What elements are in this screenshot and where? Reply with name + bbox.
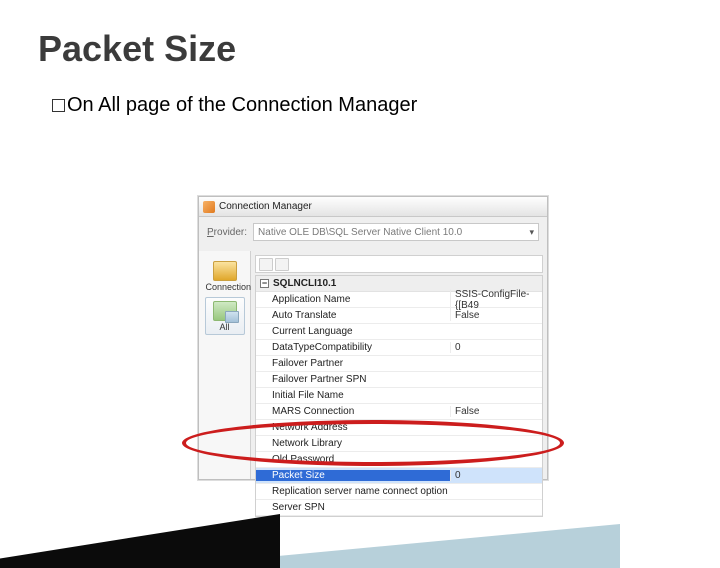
property-value[interactable]: False (450, 406, 542, 417)
property-toolbar (255, 255, 543, 273)
property-row[interactable]: Old Password (256, 452, 542, 468)
all-icon (213, 301, 237, 321)
property-name: MARS Connection (256, 406, 450, 417)
left-nav: Connection All (199, 251, 251, 479)
window-title: Connection Manager (219, 201, 312, 212)
window-titlebar: Connection Manager (199, 197, 547, 217)
provider-label: Provider: (207, 227, 247, 238)
property-row[interactable]: Application NameSSIS-ConfigFile-{[B49 (256, 292, 542, 308)
nav-all-label: All (206, 322, 244, 332)
property-name: Initial File Name (256, 390, 450, 401)
dialog-body: Connection All − SQLNCLI10.1 Application… (199, 251, 547, 479)
property-row[interactable]: Failover Partner (256, 356, 542, 372)
property-row[interactable]: Packet Size0 (256, 468, 542, 484)
nav-all[interactable]: All (205, 297, 245, 335)
property-value[interactable]: 0 (450, 470, 542, 481)
property-name: DataTypeCompatibility (256, 342, 450, 353)
property-row[interactable]: Auto TranslateFalse (256, 308, 542, 324)
property-name: Failover Partner (256, 358, 450, 369)
property-row[interactable]: MARS ConnectionFalse (256, 404, 542, 420)
toolbar-categorize-button[interactable] (259, 258, 273, 271)
connection-icon (213, 261, 237, 281)
nav-connection[interactable]: Connection (205, 257, 245, 295)
property-row[interactable]: DataTypeCompatibility0 (256, 340, 542, 356)
property-grid[interactable]: − SQLNCLI10.1 Application NameSSIS-Confi… (255, 275, 543, 517)
property-row[interactable]: Failover Partner SPN (256, 372, 542, 388)
property-row[interactable]: Network Address (256, 420, 542, 436)
property-row[interactable]: Current Language (256, 324, 542, 340)
property-name: Application Name (256, 294, 450, 305)
property-row[interactable]: Server SPN (256, 500, 542, 516)
property-value[interactable]: False (450, 310, 542, 321)
provider-row: Provider: Native OLE DB\SQL Server Nativ… (199, 217, 547, 251)
nav-connection-label: Connection (206, 282, 244, 292)
provider-value: Native OLE DB\SQL Server Native Client 1… (258, 227, 462, 238)
property-name: Current Language (256, 326, 450, 337)
chevron-down-icon: ▾ (529, 227, 534, 238)
property-name: Auto Translate (256, 310, 450, 321)
property-pane: − SQLNCLI10.1 Application NameSSIS-Confi… (251, 251, 547, 479)
bullet-text: On All page of the Connection Manager (67, 94, 417, 116)
decor-wedge-black (0, 514, 280, 568)
category-label: SQLNCLI10.1 (273, 278, 336, 289)
bullet-on-all-page: On All page of the Connection Manager (52, 94, 720, 117)
property-value[interactable]: 0 (450, 342, 542, 353)
app-icon (203, 201, 215, 213)
bullet-box-icon (52, 99, 65, 112)
property-value[interactable]: SSIS-ConfigFile-{[B49 (450, 289, 542, 311)
connection-manager-window: Connection Manager Provider: Native OLE … (198, 196, 548, 480)
property-name: Replication server name connect option (256, 486, 450, 497)
property-row[interactable]: Network Library (256, 436, 542, 452)
provider-dropdown[interactable]: Native OLE DB\SQL Server Native Client 1… (253, 223, 539, 241)
property-row[interactable]: Replication server name connect option (256, 484, 542, 500)
property-row[interactable]: Initial File Name (256, 388, 542, 404)
collapse-icon[interactable]: − (260, 279, 269, 288)
property-name: Old Password (256, 454, 450, 465)
slide-title: Packet Size (38, 28, 720, 70)
property-name: Failover Partner SPN (256, 374, 450, 385)
toolbar-sort-button[interactable] (275, 258, 289, 271)
property-name: Network Library (256, 438, 450, 449)
property-name: Packet Size (256, 470, 450, 481)
property-name: Server SPN (256, 502, 450, 513)
property-name: Network Address (256, 422, 450, 433)
